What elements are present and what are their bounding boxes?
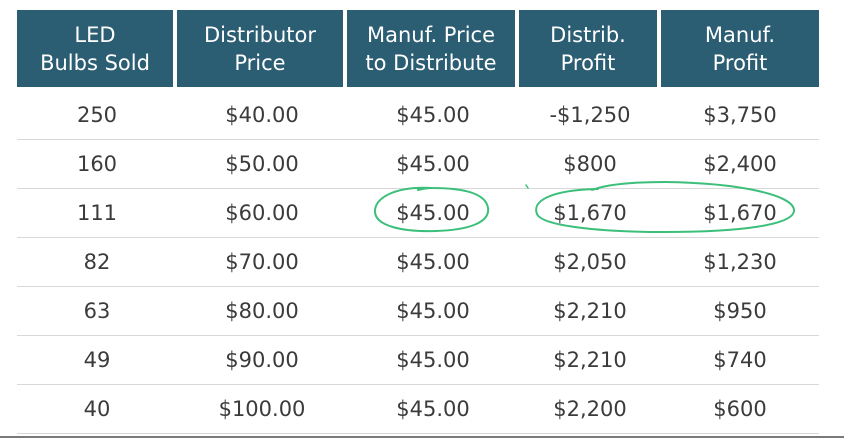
cell-manuf-profit: $3,750	[661, 91, 819, 140]
header-manuf-price-to-distribute: Manuf. Price to Distribute	[347, 10, 519, 91]
cell-distrib-profit: $1,670	[519, 189, 661, 238]
cell-manuf-price: $45.00	[347, 189, 519, 238]
header-line: Profit	[712, 50, 768, 75]
profit-table-container: LED Bulbs Sold Distributor Price Manuf. …	[17, 10, 819, 434]
cell-manuf-price: $45.00	[347, 385, 519, 434]
header-line: LED	[74, 22, 116, 47]
cell-distributor-price: $80.00	[177, 287, 347, 336]
header-distributor-price: Distributor Price	[177, 10, 347, 91]
cell-distrib-profit: $2,200	[519, 385, 661, 434]
table-row: 40 $100.00 $45.00 $2,200 $600	[17, 385, 819, 434]
cell-bulbs-sold: 250	[17, 91, 177, 140]
cell-manuf-price: $45.00	[347, 287, 519, 336]
table-row: 160 $50.00 $45.00 $800 $2,400	[17, 140, 819, 189]
cell-manuf-price: $45.00	[347, 140, 519, 189]
cell-manuf-profit: $2,400	[661, 140, 819, 189]
header-line: Profit	[560, 50, 616, 75]
cell-distributor-price: $50.00	[177, 140, 347, 189]
table-row: 63 $80.00 $45.00 $2,210 $950	[17, 287, 819, 336]
cell-distributor-price: $40.00	[177, 91, 347, 140]
header-line: Distributor	[203, 22, 316, 47]
header-line: to Distribute	[365, 50, 497, 75]
header-row: LED Bulbs Sold Distributor Price Manuf. …	[17, 10, 819, 91]
cell-manuf-price: $45.00	[347, 238, 519, 287]
cell-distrib-profit: $800	[519, 140, 661, 189]
cell-distributor-price: $70.00	[177, 238, 347, 287]
cell-manuf-price: $45.00	[347, 91, 519, 140]
cell-manuf-profit: $950	[661, 287, 819, 336]
header-line: Bulbs Sold	[40, 50, 150, 75]
cell-distrib-profit: $2,050	[519, 238, 661, 287]
header-line: Manuf.	[704, 22, 776, 47]
header-led-bulbs-sold: LED Bulbs Sold	[17, 10, 177, 91]
cell-bulbs-sold: 40	[17, 385, 177, 434]
bottom-divider	[0, 436, 844, 438]
cell-manuf-profit: $600	[661, 385, 819, 434]
cell-bulbs-sold: 49	[17, 336, 177, 385]
cell-distrib-profit: -$1,250	[519, 91, 661, 140]
cell-distributor-price: $60.00	[177, 189, 347, 238]
cell-distrib-profit: $2,210	[519, 287, 661, 336]
table-row: 82 $70.00 $45.00 $2,050 $1,230	[17, 238, 819, 287]
cell-manuf-profit: $1,670	[661, 189, 819, 238]
table-row: 111 $60.00 $45.00 $1,670 $1,670	[17, 189, 819, 238]
table-row: 250 $40.00 $45.00 -$1,250 $3,750	[17, 91, 819, 140]
cell-bulbs-sold: 111	[17, 189, 177, 238]
header-line: Distrib.	[550, 22, 626, 47]
cell-bulbs-sold: 63	[17, 287, 177, 336]
cell-bulbs-sold: 160	[17, 140, 177, 189]
header-line: Manuf. Price	[366, 22, 496, 47]
cell-distributor-price: $100.00	[177, 385, 347, 434]
header-distrib-profit: Distrib. Profit	[519, 10, 661, 91]
header-line: Price	[234, 50, 286, 75]
cell-manuf-price: $45.00	[347, 336, 519, 385]
profit-table: LED Bulbs Sold Distributor Price Manuf. …	[17, 10, 819, 434]
cell-manuf-profit: $1,230	[661, 238, 819, 287]
cell-distributor-price: $90.00	[177, 336, 347, 385]
cell-distrib-profit: $2,210	[519, 336, 661, 385]
header-manuf-profit: Manuf. Profit	[661, 10, 819, 91]
table-row: 49 $90.00 $45.00 $2,210 $740	[17, 336, 819, 385]
cell-manuf-profit: $740	[661, 336, 819, 385]
cell-bulbs-sold: 82	[17, 238, 177, 287]
